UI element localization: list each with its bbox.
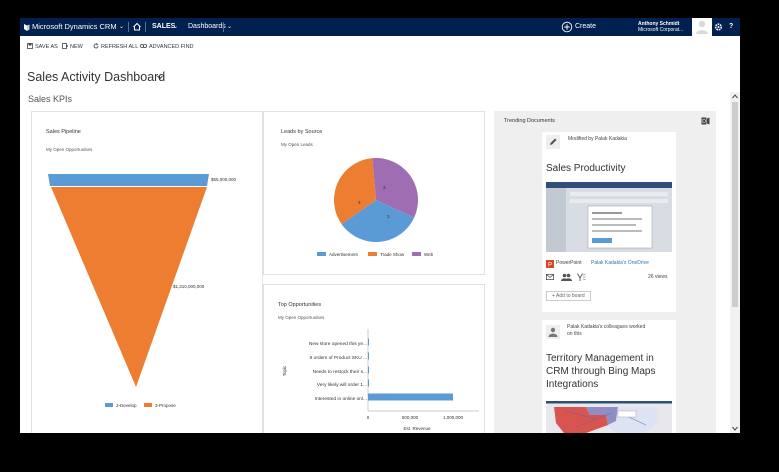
card-byline: Modified by Palak Kadakia	[568, 136, 627, 142]
x-tick-label: 1,000,000	[443, 415, 464, 420]
advanced-find-button[interactable]: ADVANCED FIND	[139, 43, 194, 52]
chevron-down-icon[interactable]: ⌄	[173, 18, 178, 36]
legend-swatch	[105, 403, 113, 407]
command-bar: SAVE AS NEW REFRESH ALL ADVANCED FIND	[20, 36, 740, 58]
subarea-dashboards[interactable]: Dashboards	[188, 18, 226, 36]
document-title[interactable]: Sales Productivity	[546, 163, 625, 174]
legend-label: Trade Show	[380, 252, 405, 257]
legend-swatch	[317, 252, 326, 256]
bar-chart: New store opened this ye... 6 orders of …	[282, 329, 479, 431]
trending-title: Trending Documents	[504, 118, 555, 124]
new-icon	[62, 43, 68, 49]
chevron-down-icon[interactable]	[732, 426, 738, 431]
x-axis-label: Est. Revenue	[403, 426, 431, 431]
delve-icon[interactable]: D	[701, 117, 710, 125]
email-icon[interactable]	[546, 274, 554, 280]
chevron-down-icon[interactable]: ⌄	[119, 18, 124, 36]
funnel-chart: $55,000,000 $1,310,000,000 2-Develop 3-P…	[48, 174, 237, 408]
help-icon[interactable]: ?	[729, 18, 733, 36]
leads-by-source-panel: Leads by Source My Open Leads 3 3 3 Adve…	[263, 111, 485, 275]
scrollbar-thumb[interactable]	[732, 102, 738, 307]
new-button[interactable]: NEW	[62, 43, 83, 52]
document-card[interactable]: Modified by Palak Kadakia Sales Producti…	[542, 132, 676, 312]
card-byline: on this	[567, 331, 582, 337]
bar[interactable]	[368, 352, 369, 360]
save-as-label: SAVE AS	[35, 44, 58, 50]
view-count: 26 views	[648, 274, 668, 280]
funnel-label-develop: $55,000,000	[211, 177, 237, 182]
svg-text:P: P	[548, 263, 552, 269]
avatar[interactable]	[692, 18, 712, 36]
save-as-button[interactable]: SAVE AS	[27, 43, 58, 52]
bar[interactable]	[368, 393, 453, 401]
pie-chart: 3 3 3 Advertisement Trade Show Web	[317, 158, 434, 257]
advanced-find-label: ADVANCED FIND	[149, 44, 194, 50]
legend-swatch	[144, 403, 152, 407]
people-icon[interactable]	[561, 273, 572, 281]
chevron-down-icon[interactable]	[157, 75, 163, 80]
chevron-down-icon[interactable]: ⌄	[227, 18, 232, 36]
user-avatar-icon	[696, 20, 708, 34]
edit-pencil-icon	[546, 135, 560, 149]
y-axis-label: Topic	[282, 365, 287, 376]
refresh-icon	[93, 43, 99, 49]
legend-label: 2-Develop	[116, 403, 137, 408]
category-label: Interested in online onl...	[315, 396, 367, 402]
document-title[interactable]: CRM through Bing Maps	[546, 366, 656, 377]
crm-window: Microsoft Dynamics CRM ⌄ SALES ⌄ Dashboa…	[20, 18, 740, 433]
x-tick-label: 500,000	[402, 415, 419, 420]
x-tick-label: 0	[367, 415, 370, 420]
app-name[interactable]: Microsoft Dynamics CRM	[32, 18, 117, 36]
category-label: Needs to restock their s...	[313, 369, 367, 375]
page-title[interactable]: Sales Activity Dashboard	[27, 70, 165, 84]
trending-documents-panel: Trending Documents D Modified by Palak K…	[494, 111, 716, 433]
bar[interactable]	[368, 366, 369, 374]
document-title[interactable]: Territory Management in	[546, 353, 654, 364]
document-location-link[interactable]: Palak Kadakia's OneDrive	[591, 260, 649, 266]
page-scrollbar[interactable]	[730, 92, 740, 433]
document-thumbnail[interactable]	[546, 182, 672, 252]
legend-swatch	[412, 252, 421, 256]
legend-label: 3-Propose	[155, 403, 176, 408]
legend-label: Advertisement	[329, 252, 359, 257]
powerpoint-icon: P	[546, 260, 554, 268]
save-icon	[27, 43, 33, 49]
new-label: NEW	[70, 44, 83, 50]
document-card[interactable]: Palak Kadakia's colleagues worked on thi…	[542, 320, 676, 433]
bar[interactable]	[368, 379, 370, 387]
category-label: Very likely will order 1...	[317, 382, 367, 388]
create-plus-icon[interactable]	[561, 18, 573, 36]
home-icon[interactable]	[133, 18, 141, 36]
sales-pipeline-panel: Sales Pipeline My Open Opportunities $55…	[31, 111, 263, 433]
area-sales[interactable]: SALES	[152, 18, 175, 36]
top-opportunities-panel: Top Opportunities My Open Opportunities …	[263, 284, 485, 433]
document-title[interactable]: Integrations	[546, 379, 598, 390]
refresh-all-button[interactable]: REFRESH ALL	[93, 43, 138, 52]
funnel-label-propose: $1,310,000,000	[173, 284, 205, 289]
document-thumbnail[interactable]	[546, 401, 672, 433]
category-label: 6 orders of Product SKU ...	[310, 355, 367, 361]
document-app: PowerPoint	[556, 260, 582, 266]
refresh-all-label: REFRESH ALL	[101, 44, 139, 50]
advanced-find-icon	[139, 43, 148, 49]
nav-bar: Microsoft Dynamics CRM ⌄ SALES ⌄ Dashboa…	[20, 18, 740, 36]
bar[interactable]	[368, 338, 369, 346]
category-label: New store opened this ye...	[309, 341, 367, 347]
yammer-icon[interactable]	[577, 273, 586, 281]
section-title: Sales KPIs	[28, 94, 73, 104]
gear-icon[interactable]	[714, 18, 723, 36]
funnel-stage-develop[interactable]	[48, 174, 209, 186]
chevron-up-icon[interactable]	[732, 94, 738, 99]
create-button[interactable]: Create	[575, 18, 596, 36]
legend-swatch	[368, 252, 377, 256]
colleagues-icon	[546, 325, 560, 339]
dynamics-logo-icon	[23, 18, 30, 36]
card-byline: Palak Kadakia's colleagues worked	[567, 324, 646, 330]
add-to-board-button[interactable]: + Add to board	[546, 291, 591, 301]
svg-text:D: D	[702, 119, 706, 125]
legend-label: Web	[424, 252, 434, 257]
